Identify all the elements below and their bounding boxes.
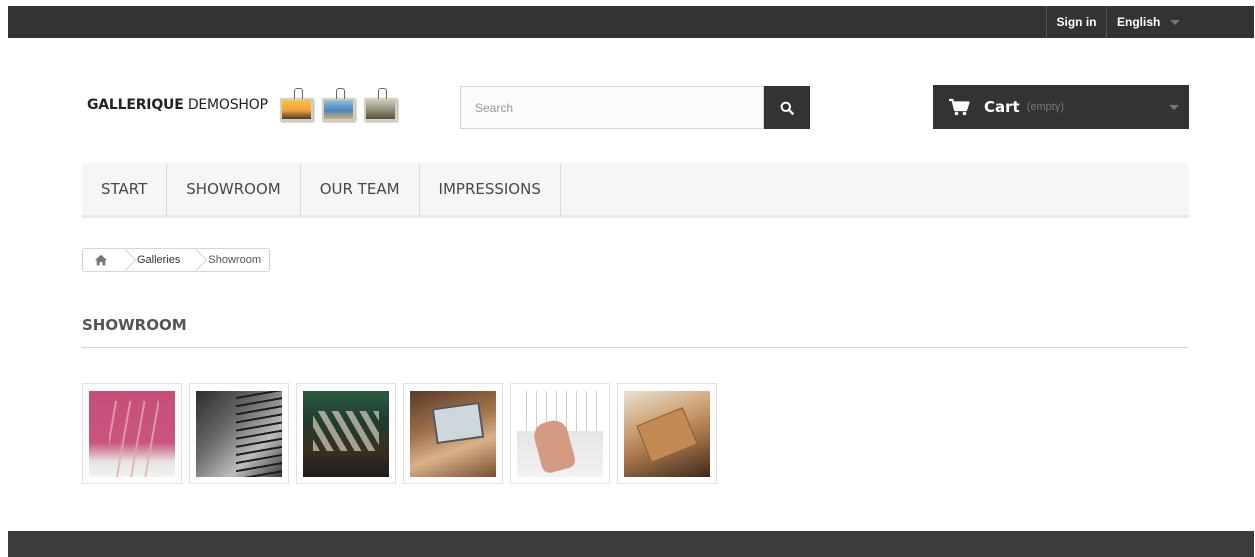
cart-status: (empty) [1026, 101, 1064, 113]
sign-in-link[interactable]: Sign in [1046, 6, 1107, 38]
shop-logo[interactable]: GALLERIQUE DEMOSHOP [87, 85, 397, 125]
footer [8, 531, 1254, 557]
menu-item-impressions[interactable]: IMPRESSIONS [420, 163, 561, 215]
menu-item-start[interactable]: START [82, 163, 168, 215]
hanging-picture-icon [279, 87, 313, 121]
search-button[interactable] [764, 86, 810, 129]
breadcrumb: Galleries Showroom [82, 248, 270, 272]
language-label: English [1117, 15, 1161, 29]
gallery-thumbnail[interactable] [403, 383, 503, 484]
thumbnail-image [624, 391, 710, 477]
gallery-thumbnail[interactable] [296, 383, 396, 484]
gallery-thumbnail[interactable] [510, 383, 610, 484]
language-selector[interactable]: English [1108, 6, 1198, 38]
main-menu: START SHOWROOM OUR TEAM IMPRESSIONS [82, 163, 1189, 218]
chevron-down-icon [1170, 19, 1181, 25]
cart-label: Cart [984, 98, 1020, 116]
menu-item-showroom[interactable]: SHOWROOM [167, 163, 301, 215]
gallery-grid [82, 383, 717, 484]
thumbnail-image [196, 391, 282, 477]
cart-icon [949, 98, 970, 116]
divider [82, 347, 1189, 348]
thumbnail-image [89, 391, 175, 477]
thumbnail-image [517, 391, 603, 477]
search-input[interactable]: Search [460, 86, 764, 129]
breadcrumb-current: Showroom [208, 254, 261, 266]
hanging-picture-icon [363, 87, 397, 121]
cart-button[interactable]: Cart (empty) [933, 85, 1189, 129]
hanging-picture-icon [321, 87, 355, 121]
gallery-thumbnail[interactable] [82, 383, 182, 484]
home-icon [94, 254, 108, 266]
thumbnail-image [303, 391, 389, 477]
logo-text-rest: DEMOSHOP [183, 97, 268, 113]
logo-text-bold: GALLERIQUE [87, 97, 184, 113]
breadcrumb-separator [190, 249, 202, 271]
search-icon [780, 101, 794, 115]
page-title: SHOWROOM [82, 316, 187, 334]
gallery-thumbnail[interactable] [617, 383, 717, 484]
menu-item-our-team[interactable]: OUR TEAM [301, 163, 420, 215]
logo-pictures [279, 87, 397, 121]
top-bar: Sign in English [8, 6, 1254, 38]
chevron-down-icon [1169, 105, 1179, 110]
gallery-thumbnail[interactable] [189, 383, 289, 484]
thumbnail-image [410, 391, 496, 477]
breadcrumb-separator [119, 249, 131, 271]
logo-text: GALLERIQUE DEMOSHOP [87, 97, 268, 113]
breadcrumb-link-galleries[interactable]: Galleries [131, 254, 190, 266]
